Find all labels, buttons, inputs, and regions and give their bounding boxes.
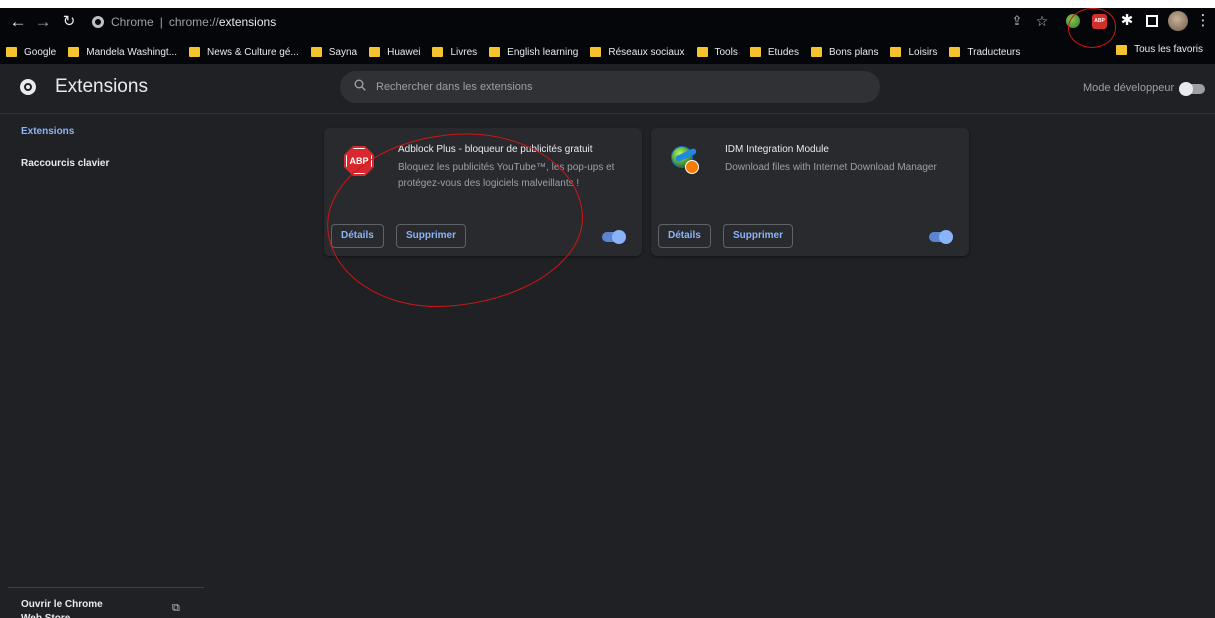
sidebar-divider: [8, 587, 204, 588]
folder-icon: [369, 47, 381, 57]
toggle-knob: [939, 230, 953, 244]
bookmark-folder[interactable]: Traducteurs: [949, 47, 1020, 58]
extensions-header: Extensions Mode développeur: [0, 64, 1215, 114]
browser-window: ← → ↻ Chrome | chrome://extensions ⇪ ☆ A…: [0, 8, 1215, 618]
chrome-icon: [92, 16, 104, 28]
page-title: Extensions: [55, 76, 148, 97]
search-input[interactable]: [376, 78, 856, 96]
bookmark-folder[interactable]: Etudes: [749, 46, 799, 58]
bookmark-folder[interactable]: Livres: [432, 47, 477, 58]
extension-enable-toggle[interactable]: [602, 230, 626, 244]
bookmark-label: Mandela Washingt...: [86, 46, 178, 58]
folder-icon: [590, 47, 602, 57]
browser-toolbar: ← → ↻ Chrome | chrome://extensions ⇪ ☆ A…: [0, 8, 1215, 64]
share-icon[interactable]: ⇪: [1008, 12, 1026, 30]
toggle-knob: [1179, 82, 1193, 96]
folder-icon: [489, 47, 501, 57]
bookmark-label: English learning: [507, 46, 579, 58]
bookmark-label: Huawei: [387, 46, 421, 58]
details-button[interactable]: Détails: [658, 224, 711, 248]
search-icon: [354, 79, 366, 91]
bookmark-folder[interactable]: Bons plans: [811, 47, 878, 58]
bookmark-folder[interactable]: Huawei: [369, 47, 420, 58]
extension-enable-toggle[interactable]: [929, 230, 953, 244]
bookmark-label: Loisirs: [908, 46, 938, 58]
bookmark-label: Livres: [450, 46, 478, 58]
folder-icon: [949, 47, 961, 57]
download-badge-icon: [685, 160, 699, 174]
omnibox-host: extensions: [218, 15, 277, 29]
bookmark-label: Etudes: [767, 46, 799, 58]
bookmark-label: News & Culture gé...: [207, 46, 299, 58]
omnibox-separator: |: [159, 15, 163, 29]
sidebar-item-shortcuts[interactable]: Raccourcis clavier: [21, 158, 109, 169]
star-icon[interactable]: ☆: [1033, 12, 1051, 30]
folder-icon: [811, 47, 822, 57]
bookmark-folder[interactable]: Sayna: [310, 46, 358, 58]
remove-button[interactable]: Supprimer: [723, 224, 794, 248]
folder-icon: [749, 47, 761, 57]
idm-icon: [671, 146, 701, 176]
toggle-knob: [612, 230, 626, 244]
external-link-icon[interactable]: ⧉: [172, 602, 184, 614]
bookmark-folder[interactable]: Réseaux sociaux: [590, 46, 685, 58]
address-bar[interactable]: Chrome | chrome://extensions: [92, 12, 276, 32]
search-box[interactable]: [340, 71, 880, 103]
extension-name: IDM Integration Module: [725, 144, 829, 155]
dev-mode-toggle[interactable]: [1179, 82, 1205, 96]
annotation-circle-toolbar: [1068, 8, 1116, 48]
bookmark-label: Réseaux sociaux: [608, 46, 685, 58]
folder-icon: [696, 47, 708, 57]
bookmark-folder[interactable]: Tools: [696, 46, 738, 58]
bookmarks-bar: Google Mandela Washingt... News & Cultur…: [0, 42, 1215, 62]
all-bookmarks-folder[interactable]: Tous les favoris: [1116, 44, 1203, 55]
folder-icon: [890, 47, 902, 57]
bookmark-label: Traducteurs: [967, 46, 1021, 58]
puzzle-icon[interactable]: ✱: [1118, 12, 1136, 30]
extension-description: Download files with Internet Download Ma…: [725, 162, 937, 173]
folder-icon: [1116, 44, 1128, 55]
extension-card-idm: IDM Integration Module Download files wi…: [651, 128, 969, 256]
reload-button[interactable]: ↻: [59, 12, 79, 32]
bookmark-folder[interactable]: Mandela Washingt...: [68, 47, 177, 58]
folder-icon: [432, 47, 444, 57]
avatar[interactable]: [1168, 11, 1188, 31]
sidebar-item-extensions[interactable]: Extensions: [21, 126, 74, 137]
webstore-link[interactable]: Ouvrir le Chrome Web Store: [21, 598, 121, 618]
chrome-logo-icon: [20, 79, 36, 95]
bookmark-folder[interactable]: Loisirs: [890, 47, 937, 58]
bookmark-folder[interactable]: English learning: [489, 47, 578, 58]
bookmark-label: Google: [24, 46, 57, 58]
folder-icon: [68, 47, 80, 57]
bookmark-label: Tools: [714, 46, 738, 58]
folder-icon: [310, 47, 322, 57]
bookmark-label: Sayna: [328, 46, 358, 58]
side-panel-icon[interactable]: [1146, 15, 1158, 27]
bookmark-label: Tous les favoris: [1134, 44, 1203, 55]
menu-icon[interactable]: ⋮: [1194, 12, 1212, 30]
bookmark-label: Bons plans: [829, 46, 879, 58]
dev-mode-label: Mode développeur: [1083, 82, 1175, 94]
folder-icon: [6, 47, 17, 57]
omnibox-origin: Chrome: [111, 15, 154, 29]
bookmark-folder[interactable]: News & Culture gé...: [189, 47, 299, 58]
forward-button[interactable]: →: [33, 12, 53, 32]
back-button[interactable]: ←: [8, 12, 28, 32]
folder-icon: [189, 47, 201, 57]
bookmark-folder[interactable]: Google: [6, 47, 56, 58]
omnibox-scheme: chrome://: [168, 15, 219, 29]
navigation-row: ← → ↻ Chrome | chrome://extensions ⇪ ☆ A…: [0, 8, 1215, 36]
